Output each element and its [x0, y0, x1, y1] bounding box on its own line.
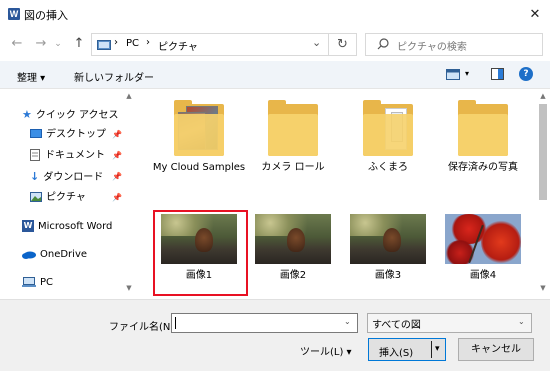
selection-highlight	[153, 210, 248, 296]
breadcrumb-pictures[interactable]: ピクチャ	[158, 38, 198, 53]
image-label: 画像4	[469, 270, 497, 281]
breadcrumb-pc[interactable]: PC	[126, 38, 139, 49]
image-file-4[interactable]: 画像4	[436, 214, 530, 283]
view-dropdown-icon[interactable]: ▾	[465, 69, 469, 78]
search-icon	[377, 38, 389, 50]
folder-icon	[174, 100, 224, 156]
document-icon	[30, 149, 40, 161]
nav-item-microsoft-word[interactable]: W Microsoft Word	[22, 218, 112, 236]
word-icon: W	[22, 220, 34, 232]
nav-item-desktop[interactable]: デスクトップ	[30, 126, 106, 144]
scroll-up-arrow-icon[interactable]: ▲	[538, 92, 548, 100]
image-label: 画像3	[374, 270, 402, 281]
insert-button-label: 挿入(S)	[379, 348, 414, 359]
recent-locations-button[interactable]: ⌄	[52, 34, 64, 54]
insert-dropdown-icon[interactable]: ▾	[435, 344, 440, 354]
download-icon: ↓	[30, 170, 40, 183]
refresh-button[interactable]: ↻	[329, 33, 357, 56]
folder-camera-roll[interactable]: カメラ ロール	[246, 100, 340, 175]
filename-input[interactable]	[171, 313, 358, 333]
nav-item-pictures[interactable]: ピクチャ	[30, 189, 86, 207]
word-app-icon: W	[8, 8, 20, 20]
folder-label: 保存済みの写真	[448, 162, 518, 173]
title-bar	[0, 0, 550, 30]
nav-item-label: ピクチャ	[46, 192, 86, 203]
new-folder-button[interactable]: 新しいフォルダー	[74, 69, 154, 84]
nav-item-downloads[interactable]: ↓ ダウンロード	[30, 168, 103, 186]
star-icon: ★	[22, 108, 32, 121]
nav-item-label: ダウンロード	[43, 172, 104, 183]
scroll-down-arrow-icon[interactable]: ▼	[124, 284, 134, 292]
folder-saved-pictures[interactable]: 保存済みの写真	[436, 100, 530, 175]
computer-icon	[22, 276, 36, 287]
breadcrumb-separator-icon: ›	[114, 37, 118, 48]
nav-item-label: Microsoft Word	[38, 221, 113, 232]
pinecone-thumbnail	[255, 214, 331, 264]
preview-pane-icon[interactable]	[491, 68, 504, 80]
pin-icon[interactable]: 📌	[112, 130, 122, 139]
organize-button[interactable]: 整理 ▾	[17, 69, 45, 84]
folder-my-cloud-samples[interactable]: My Cloud Samples	[152, 100, 246, 175]
breadcrumb-separator-icon: ›	[146, 37, 150, 48]
pictures-icon	[30, 192, 42, 202]
scroll-down-arrow-icon[interactable]: ▼	[538, 284, 548, 292]
pin-icon[interactable]: 📌	[112, 151, 122, 160]
nav-item-label: OneDrive	[40, 249, 88, 260]
nav-item-label: デスクトップ	[46, 129, 106, 140]
folder-icon	[458, 100, 508, 156]
nav-item-onedrive[interactable]: OneDrive	[22, 246, 87, 264]
folder-fukumaro[interactable]: ふくまろ	[341, 100, 435, 175]
forward-button[interactable]: →	[32, 34, 50, 54]
split-divider	[431, 341, 432, 358]
back-button[interactable]: ←	[8, 34, 26, 54]
image-file-3[interactable]: 画像3	[341, 214, 435, 283]
filename-dropdown-icon[interactable]: ⌄	[344, 317, 351, 326]
view-options-icon[interactable]	[446, 69, 460, 80]
cancel-button[interactable]: キャンセル	[458, 338, 534, 361]
scroll-up-arrow-icon[interactable]: ▲	[124, 92, 134, 100]
pin-icon[interactable]: 📌	[112, 172, 122, 181]
text-cursor	[175, 317, 176, 329]
folder-icon	[268, 100, 318, 156]
nav-item-label: クイック アクセス	[35, 110, 119, 121]
image-file-2[interactable]: 画像2	[246, 214, 340, 283]
folder-label: My Cloud Samples	[152, 162, 246, 173]
pictures-location-icon	[97, 40, 111, 50]
navigation-scrollbar[interactable]: ▲ ▼	[123, 92, 135, 296]
window-title: 図の挿入	[24, 9, 68, 22]
file-type-dropdown-icon[interactable]: ⌄	[518, 317, 525, 326]
up-button[interactable]: ↑	[70, 34, 88, 54]
help-icon[interactable]: ?	[519, 67, 533, 81]
image-label: 画像2	[279, 270, 307, 281]
nav-item-label: PC	[40, 277, 54, 288]
nav-item-pc[interactable]: PC	[22, 274, 53, 292]
folder-label: カメラ ロール	[261, 162, 325, 173]
file-type-value: すべての図	[372, 320, 421, 331]
scrollbar-thumb[interactable]	[539, 104, 547, 200]
nav-item-quick-access[interactable]: ★ クイック アクセス	[22, 106, 119, 124]
address-dropdown-icon[interactable]: ⌄	[312, 36, 321, 49]
close-button[interactable]: ✕	[520, 0, 550, 30]
address-bar[interactable]: › PC › ピクチャ ⌄	[91, 33, 329, 56]
pinecone-thumbnail	[350, 214, 426, 264]
filename-label: ファイル名(N):	[109, 322, 178, 333]
insert-button[interactable]: 挿入(S) ▾	[368, 338, 446, 361]
folder-label: ふくまろ	[368, 162, 408, 173]
search-box[interactable]: ピクチャの検索	[365, 33, 543, 56]
red-leaves-thumbnail	[445, 214, 521, 264]
nav-item-label: ドキュメント	[45, 150, 105, 161]
tools-menu-button[interactable]: ツール(L) ▾	[300, 343, 352, 358]
pin-icon[interactable]: 📌	[112, 193, 122, 202]
search-placeholder: ピクチャの検索	[397, 42, 467, 53]
file-list-scrollbar[interactable]: ▲ ▼	[537, 92, 549, 296]
nav-item-documents[interactable]: ドキュメント	[30, 147, 105, 165]
onedrive-cloud-icon	[22, 251, 36, 259]
folder-icon	[363, 100, 413, 156]
desktop-icon	[30, 129, 42, 138]
